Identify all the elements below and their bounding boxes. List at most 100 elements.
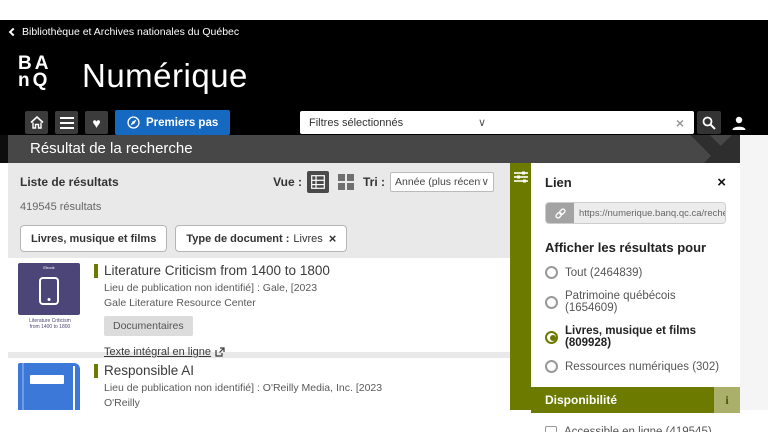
result-source: O'Reilly bbox=[104, 397, 140, 409]
menu-button[interactable] bbox=[55, 111, 78, 134]
hamburger-icon bbox=[59, 116, 74, 129]
view-grid-button[interactable] bbox=[335, 171, 357, 193]
result-tag: Documentaires bbox=[104, 316, 193, 336]
result-body: Responsible AI Lieu de publication non i… bbox=[94, 363, 500, 409]
right-gutter bbox=[740, 135, 768, 410]
full-text-link[interactable]: Texte intégral en ligne bbox=[104, 346, 500, 358]
chevron-down-icon: ∨ bbox=[481, 176, 489, 188]
chip-livres-musique-films[interactable]: Livres, musique et films bbox=[20, 225, 168, 252]
filters-selected-value: Filtres sélectionnés bbox=[309, 116, 404, 129]
info-icon[interactable]: i bbox=[714, 387, 740, 413]
person-icon bbox=[732, 116, 746, 130]
logo-line-bottom: nQ bbox=[18, 70, 51, 91]
facet-panel: Lien × https://numerique.banq.qc.ca/rech… bbox=[531, 163, 740, 432]
external-link-icon bbox=[215, 347, 225, 357]
result-thumbnail[interactable]: Ebook Literature Criticism from 1400 to … bbox=[18, 263, 82, 347]
filters-selected-dropdown[interactable]: Filtres sélectionnés ∨ × bbox=[300, 111, 694, 134]
filter-sliders-icon[interactable] bbox=[513, 171, 528, 183]
browser-viewport: Bibliothèque et Archives nationales du Q… bbox=[0, 0, 768, 432]
active-filter-chips: Livres, musique et films Type de documen… bbox=[20, 225, 498, 252]
chip-label: Livres, musique et films bbox=[31, 232, 157, 245]
results-list-label: Liste de résultats bbox=[20, 175, 119, 189]
availability-title: Disponibilité bbox=[545, 393, 617, 407]
chip-prefix: Type de document : bbox=[186, 232, 290, 245]
radio-livres-musique-films[interactable]: Livres, musique et films (809928) bbox=[545, 325, 726, 349]
banq-logo[interactable]: BA nQ bbox=[18, 54, 51, 91]
account-button[interactable] bbox=[727, 111, 751, 134]
full-text-link-label: Texte intégral en ligne bbox=[104, 346, 212, 358]
availability-header[interactable]: Disponibilité i bbox=[531, 387, 740, 413]
premiers-pas-button[interactable]: Premiers pas bbox=[115, 110, 231, 135]
book-spine bbox=[22, 363, 24, 410]
chip-value: Livres bbox=[293, 232, 323, 245]
radio-icon bbox=[545, 266, 558, 279]
home-button[interactable] bbox=[25, 111, 48, 134]
ribbon-left-edge bbox=[0, 135, 8, 163]
back-link[interactable]: Bibliothèque et Archives nationales du Q… bbox=[8, 25, 240, 38]
result-title[interactable]: Literature Criticism from 1400 to 1800 bbox=[104, 263, 330, 278]
heart-icon: ♥ bbox=[92, 114, 101, 131]
app-title: Numérique bbox=[82, 57, 248, 94]
compass-icon bbox=[127, 116, 140, 129]
link-chain-icon bbox=[546, 203, 574, 223]
result-publication: Lieu de publication non identifié] : Gal… bbox=[104, 282, 318, 294]
tablet-icon bbox=[39, 276, 59, 305]
book-title-band bbox=[30, 375, 64, 384]
sort-value: Année (plus récente bbox=[395, 176, 482, 188]
result-body: Literature Criticism from 1400 to 1800 L… bbox=[94, 263, 500, 358]
accent-bar bbox=[94, 263, 98, 278]
radio-tout[interactable]: Tout (2464839) bbox=[545, 266, 726, 279]
share-url-value: https://numerique.banq.qc.ca/rechercheEx bbox=[574, 203, 725, 223]
accent-bar bbox=[94, 363, 98, 378]
search-icon bbox=[702, 116, 716, 130]
chip-type-document[interactable]: Type de document : Livres × bbox=[175, 225, 348, 252]
result-title[interactable]: Responsible AI bbox=[104, 363, 194, 378]
link-section-title: Lien bbox=[545, 175, 572, 190]
result-thumbnail[interactable] bbox=[18, 363, 82, 410]
chevron-down-icon: ∨ bbox=[478, 117, 487, 129]
search-button[interactable] bbox=[697, 111, 721, 134]
clear-search-icon[interactable]: × bbox=[676, 115, 684, 131]
page-title: Résultat de la recherche bbox=[8, 135, 740, 163]
remove-chip-icon[interactable]: × bbox=[329, 231, 337, 246]
grid-view-icon bbox=[337, 174, 354, 190]
premiers-pas-label: Premiers pas bbox=[146, 116, 219, 129]
facet-rail bbox=[510, 163, 531, 410]
results-count: 419545 résultats bbox=[20, 201, 102, 213]
sort-label: Tri : bbox=[362, 175, 385, 189]
view-list-button[interactable] bbox=[306, 171, 329, 193]
radio-selected-icon bbox=[545, 330, 558, 344]
show-results-for-title: Afficher les résultats pour bbox=[545, 240, 707, 255]
back-link-label: Bibliothèque et Archives nationales du Q… bbox=[22, 25, 240, 38]
results-column: Liste de résultats Vue : Tri : Année (pl… bbox=[8, 163, 510, 410]
cover-caption: Literature Criticism from 1400 to 1800 bbox=[29, 318, 71, 330]
content-area: Liste de résultats Vue : Tri : Année (pl… bbox=[0, 163, 740, 432]
favorites-button[interactable]: ♥ bbox=[85, 111, 108, 134]
book-page-edge bbox=[73, 366, 75, 410]
radio-icon bbox=[545, 360, 558, 373]
brand-header: BA nQ Numérique bbox=[0, 43, 768, 110]
main-navbar: ♥ Premiers pas Filtres sélectionnés ∨ × bbox=[0, 110, 768, 135]
share-url-field[interactable]: https://numerique.banq.qc.ca/rechercheEx bbox=[545, 202, 726, 224]
ribbon-fold-decoration bbox=[688, 135, 740, 163]
ebook-cover: Ebook bbox=[18, 263, 80, 315]
book-cover bbox=[18, 363, 80, 410]
accessible-online-checkbox[interactable]: Accessible en ligne (419545) bbox=[545, 426, 726, 432]
top-back-bar: Bibliothèque et Archives nationales du Q… bbox=[0, 20, 768, 43]
close-icon[interactable]: × bbox=[717, 175, 726, 190]
cover-badge: Ebook bbox=[43, 265, 55, 270]
back-chevron-icon bbox=[8, 27, 18, 36]
result-item: Responsible AI Lieu de publication non i… bbox=[8, 358, 510, 410]
result-publication: Lieu de publication non identifié] : O'R… bbox=[104, 382, 383, 394]
results-header: Liste de résultats Vue : Tri : Année (pl… bbox=[8, 163, 510, 213]
result-source: Gale Literature Resource Center bbox=[104, 297, 256, 309]
radio-ressources-numeriques[interactable]: Ressources numériques (302) bbox=[545, 360, 726, 373]
page-title-ribbon: Résultat de la recherche bbox=[0, 135, 768, 163]
view-label: Vue : bbox=[273, 175, 302, 189]
list-view-icon bbox=[311, 175, 325, 189]
radio-icon bbox=[545, 295, 558, 309]
radio-patrimoine[interactable]: Patrimoine québécois (1654609) bbox=[545, 290, 726, 314]
home-icon bbox=[29, 116, 44, 129]
sort-dropdown[interactable]: Année (plus récente ∨ bbox=[390, 172, 494, 192]
checkbox-icon bbox=[545, 426, 557, 432]
